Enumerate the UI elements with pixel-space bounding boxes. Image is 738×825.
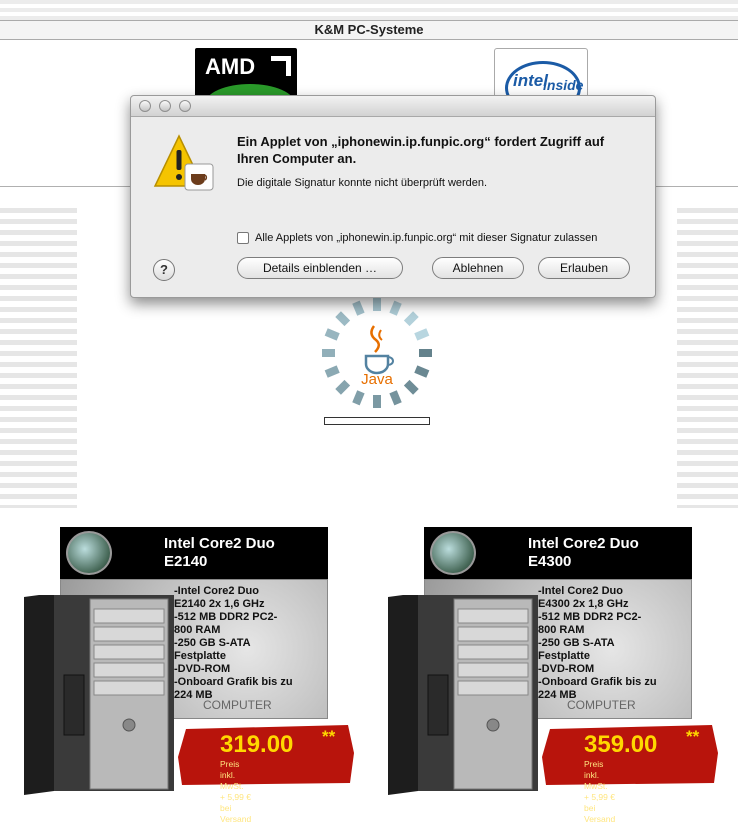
price-note-vat: Preis inkl. MwSt. (220, 759, 244, 791)
applet-progress-bar (324, 417, 430, 425)
page-title: K&M PC-Systeme (0, 20, 738, 40)
allow-all-applets-checkbox-row[interactable]: Alle Applets von „iphonewin.ip.funpic.or… (237, 232, 597, 244)
deny-button[interactable]: Ablehnen (432, 257, 524, 279)
price-stars: ** (322, 727, 336, 746)
product-name-line1: Intel Core2 Duo (164, 535, 275, 552)
spinner-segment (403, 311, 419, 327)
minimize-window-button[interactable] (159, 100, 171, 112)
warning-java-icon (153, 134, 214, 191)
allow-all-applets-label: Alle Applets von „iphonewin.ip.funpic.or… (255, 232, 598, 244)
product-header: Intel Core2 Duo E2140 (60, 527, 328, 579)
applet-security-dialog: Ein Applet von „iphonewin.ip.funpic.org“… (130, 95, 656, 298)
dialog-subtitle: Die digitale Signatur konnte nicht überp… (237, 177, 488, 189)
zoom-window-button[interactable] (179, 100, 191, 112)
product-specs: -Intel Core2 Duo E4300 2x 1,8 GHz -512 M… (538, 585, 657, 701)
spinner-segments (322, 298, 432, 408)
product-name-line1: Intel Core2 Duo (528, 535, 639, 552)
spinner-segment (352, 390, 365, 406)
product-name-line2: E4300 (528, 553, 572, 570)
java-cup-icon (364, 325, 394, 375)
spinner-segment (414, 365, 430, 378)
spinner-segment (389, 390, 402, 406)
product-name: Intel Core2 Duo E2140 (164, 535, 275, 571)
left-stripe-panel (0, 208, 77, 508)
product-specs: -Intel Core2 Duo E2140 2x 1,6 GHz -512 M… (174, 585, 293, 701)
right-stripe-panel (677, 208, 738, 508)
price-note-vat: Preis inkl. MwSt. (584, 759, 608, 791)
java-loading-spinner: Java (322, 298, 432, 408)
price-note-shipping: + 5,99 € bei Versand (584, 792, 616, 824)
product-price: 319.00 (220, 731, 294, 758)
spinner-segment (324, 328, 340, 341)
pc-tower-image (388, 595, 538, 795)
spinner-segment (414, 328, 430, 341)
amd-arrow-icon (271, 56, 291, 76)
help-button[interactable]: ? (153, 259, 175, 281)
product-name: Intel Core2 Duo E4300 (528, 535, 639, 571)
spinner-segment (335, 311, 351, 327)
allow-all-applets-checkbox[interactable] (237, 232, 249, 244)
spinner-segment (403, 379, 419, 395)
close-window-button[interactable] (139, 100, 151, 112)
product-price: 359.00 (584, 731, 658, 758)
price-stars: ** (686, 727, 700, 746)
intel-inside-text: inside (543, 77, 584, 93)
top-stripe-band (0, 0, 738, 20)
dialog-title: Ein Applet von „iphonewin.ip.funpic.org“… (237, 134, 605, 166)
pc-tower-image (24, 595, 174, 795)
amd-logo-text: AMD (205, 54, 256, 79)
price-note: Preis inkl. MwSt. + 5,99 € bei Versand (220, 759, 251, 825)
show-details-button[interactable]: Details einblenden … (237, 257, 403, 279)
java-logo-text: Java (361, 371, 393, 388)
product-header: Intel Core2 Duo E4300 (424, 527, 692, 579)
price-note: Preis inkl. MwSt. + 5,99 € bei Versand (584, 759, 615, 825)
allow-button[interactable]: Erlauben (538, 257, 630, 279)
price-note-shipping: + 5,99 € bei Versand (220, 792, 252, 824)
spinner-segment (389, 300, 402, 316)
shop-logo-icon (66, 531, 112, 575)
shop-logo-icon (430, 531, 476, 575)
spinner-segment (335, 379, 351, 395)
spinner-segment (352, 300, 365, 316)
spinner-segment (324, 365, 340, 378)
product-name-line2: E2140 (164, 553, 208, 570)
dialog-titlebar (131, 96, 655, 117)
